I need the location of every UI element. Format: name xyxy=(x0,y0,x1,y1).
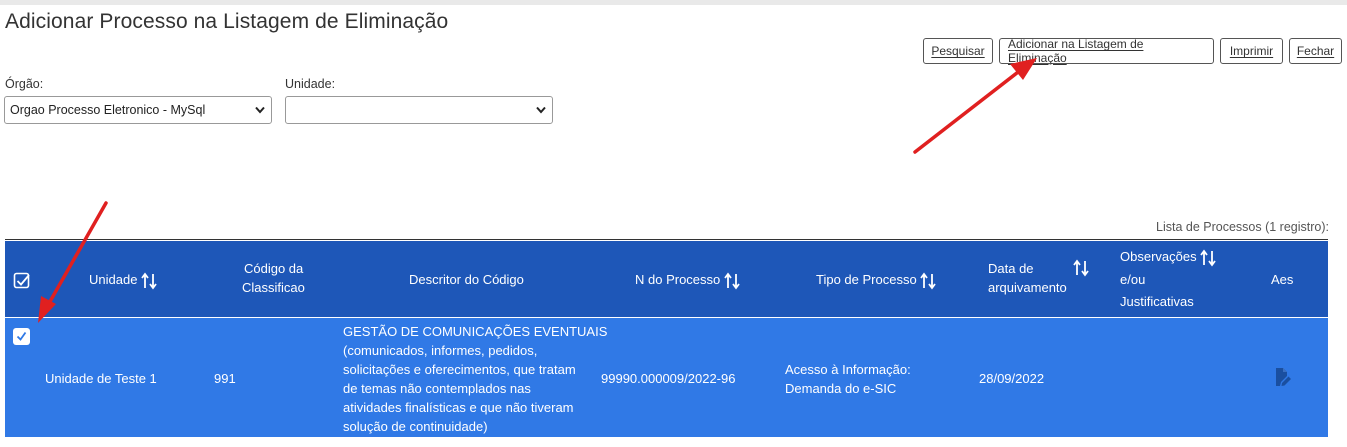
header-numero[interactable]: N do Processo xyxy=(635,270,740,290)
cell-numero: 99990.000009/2022-96 xyxy=(601,371,736,386)
descritor-line: de temas não contemplados nas xyxy=(343,381,531,396)
cell-data: 28/09/2022 xyxy=(979,371,1045,386)
top-bar xyxy=(0,0,1347,5)
orgao-label: Órgão: xyxy=(5,77,44,91)
tipo-line: Acesso à Informação: xyxy=(785,362,911,377)
header-codigo: Código da Classificao xyxy=(242,259,305,297)
select-all-checkbox-icon[interactable] xyxy=(13,272,31,290)
orgao-select[interactable]: Orgao Processo Eletronico - MySql xyxy=(4,96,272,124)
sort-arrows-icon[interactable] xyxy=(141,272,157,290)
header-obs-line3: Justificativas xyxy=(1120,293,1194,309)
unidade-label: Unidade: xyxy=(285,77,336,91)
list-caption: Lista de Processos (1 registro): xyxy=(1156,220,1329,234)
header-numero-label: N do Processo xyxy=(635,272,721,287)
sort-arrows-icon[interactable] xyxy=(1073,259,1089,277)
header-unidade-label: Unidade xyxy=(89,272,138,287)
cell-unidade: Unidade de Teste 1 xyxy=(45,371,157,386)
page-title: Adicionar Processo na Listagem de Elimin… xyxy=(5,10,449,33)
table-row: Unidade de Teste 1 991 GESTÃO DE COMUNIC… xyxy=(5,318,1328,437)
descritor-line: solução de continuidade) xyxy=(343,419,488,434)
descritor-line: (comunicados, informes, pedidos, xyxy=(343,343,538,358)
header-obs-line2: e/ou xyxy=(1120,271,1146,287)
orgao-select-value: Orgao Processo Eletronico - MySql xyxy=(10,103,206,117)
sort-arrows-icon[interactable] xyxy=(920,272,937,290)
header-descritor: Descritor do Código xyxy=(409,272,524,287)
cell-tipo: Acesso à Informação: Demanda do e-SIC xyxy=(785,360,911,398)
table-divider xyxy=(5,239,1328,240)
header-acoes: Aes xyxy=(1271,272,1294,287)
cell-codigo: 991 xyxy=(214,371,236,386)
header-obs-line1-text: Observações xyxy=(1120,249,1197,264)
fechar-button[interactable]: Fechar xyxy=(1289,38,1342,64)
header-unidade[interactable]: Unidade xyxy=(89,270,157,290)
header-codigo-line1: Código da xyxy=(244,261,304,276)
header-data-line1: Data de xyxy=(988,261,1034,276)
table-header: Unidade Código da Classificao Descritor … xyxy=(5,241,1328,317)
toolbar: Pesquisar Adicionar na Listagem de Elimi… xyxy=(923,37,1342,65)
pesquisar-button[interactable]: Pesquisar xyxy=(923,38,993,64)
descritor-line: solicitações e oferecimentos, que tratam xyxy=(343,362,576,377)
sort-arrows-icon[interactable] xyxy=(724,272,740,290)
chevron-down-icon xyxy=(536,106,546,114)
adicionar-listagem-button[interactable]: Adicionar na Listagem de Eliminação xyxy=(999,37,1214,65)
descritor-line: atividades finalísticas e que não tivera… xyxy=(343,400,574,415)
cell-descritor: GESTÃO DE COMUNICAÇÕES EVENTUAIS (comuni… xyxy=(343,322,607,436)
header-data: Data de arquivamento xyxy=(988,259,1067,297)
header-tipo-label: Tipo de Processo xyxy=(816,272,917,287)
arrow-to-adicionar-button xyxy=(913,58,1037,154)
edit-document-icon[interactable] xyxy=(1273,367,1293,387)
chevron-down-icon xyxy=(255,106,265,114)
descritor-line: GESTÃO DE COMUNICAÇÕES EVENTUAIS xyxy=(343,324,608,339)
header-data-line2: arquivamento xyxy=(988,280,1067,295)
header-codigo-line2: Classificao xyxy=(242,280,305,295)
header-tipo[interactable]: Tipo de Processo xyxy=(816,270,937,290)
row-checkbox[interactable] xyxy=(13,328,30,345)
header-observacoes: Observações e/ou Justificativas xyxy=(1120,247,1216,311)
tipo-line: Demanda do e-SIC xyxy=(785,381,897,396)
imprimir-button[interactable]: Imprimir xyxy=(1220,38,1283,64)
header-obs-line1: Observações xyxy=(1120,247,1216,267)
unidade-select[interactable] xyxy=(285,96,553,124)
sort-arrows-icon[interactable] xyxy=(1200,249,1216,267)
